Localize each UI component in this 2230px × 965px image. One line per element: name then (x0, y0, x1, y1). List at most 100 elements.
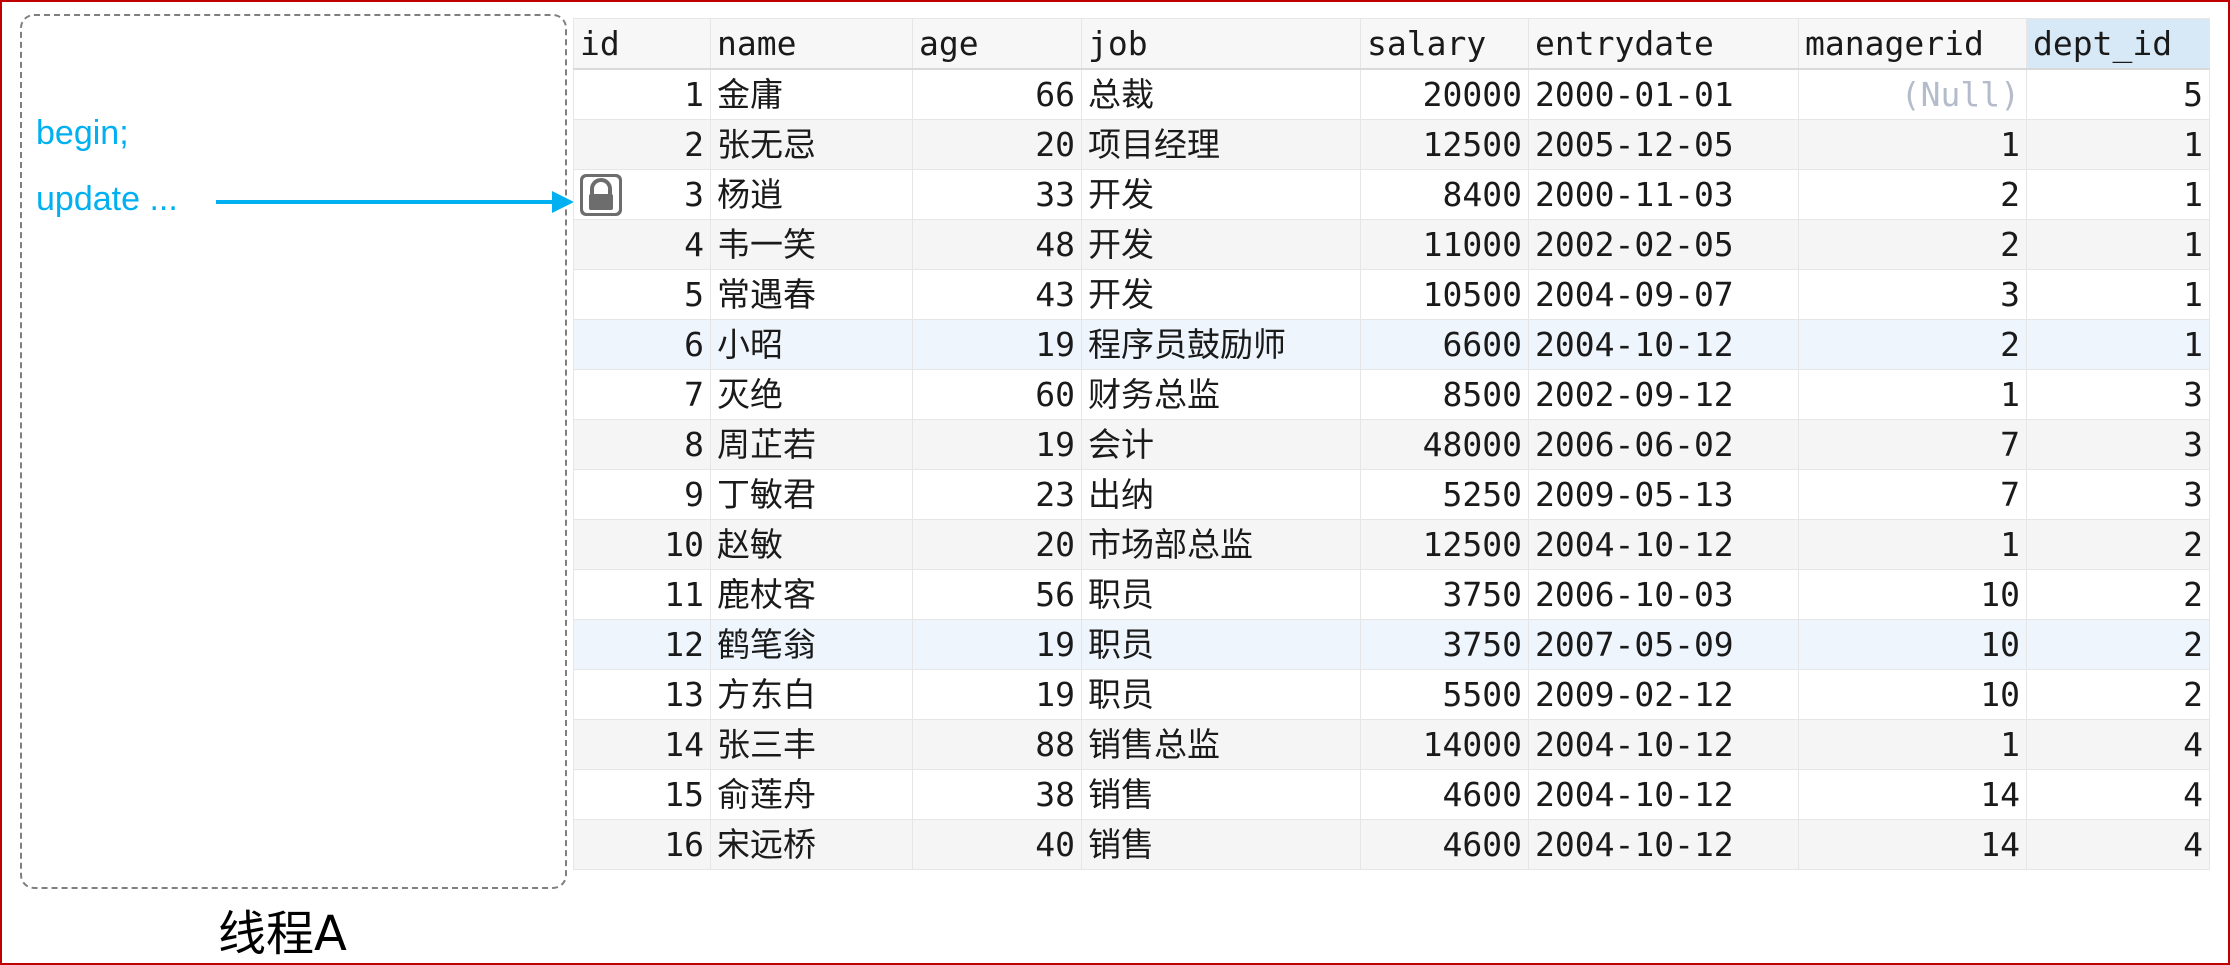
cell-name[interactable]: 常遇春 (710, 269, 913, 320)
cell-id[interactable]: 13 (573, 669, 711, 720)
cell-entrydate[interactable]: 2000-01-01 (1528, 68, 1799, 120)
cell-age[interactable]: 19 (912, 669, 1082, 720)
cell-id[interactable]: 4 (573, 219, 711, 270)
cell-entrydate[interactable]: 2004-10-12 (1528, 819, 1799, 870)
cell-name[interactable]: 灭绝 (710, 369, 913, 420)
cell-salary[interactable]: 4600 (1360, 819, 1529, 870)
cell-dept-id[interactable]: 2 (2026, 619, 2210, 670)
table-row[interactable]: 6 小昭 19 程序员鼓励师 6600 2004-10-12 2 1 (573, 319, 2210, 370)
cell-age[interactable]: 66 (912, 68, 1082, 120)
cell-managerid[interactable]: (Null) (1798, 68, 2027, 120)
cell-job[interactable]: 会计 (1081, 419, 1361, 470)
cell-managerid[interactable]: 10 (1798, 619, 2027, 670)
cell-dept-id[interactable]: 4 (2026, 819, 2210, 870)
cell-salary[interactable]: 6600 (1360, 319, 1529, 370)
cell-id[interactable]: 2 (573, 119, 711, 170)
cell-salary[interactable]: 14000 (1360, 719, 1529, 770)
cell-managerid[interactable]: 10 (1798, 569, 2027, 620)
column-header-name[interactable]: name (710, 18, 913, 70)
cell-salary[interactable]: 8500 (1360, 369, 1529, 420)
cell-entrydate[interactable]: 2007-05-09 (1528, 619, 1799, 670)
table-row[interactable]: 3 杨逍 33 开发 8400 2000-11-03 2 1 (573, 169, 2210, 220)
cell-age[interactable]: 19 (912, 319, 1082, 370)
cell-dept-id[interactable]: 4 (2026, 719, 2210, 770)
cell-entrydate[interactable]: 2002-02-05 (1528, 219, 1799, 270)
cell-managerid[interactable]: 1 (1798, 119, 2027, 170)
cell-id[interactable]: 7 (573, 369, 711, 420)
cell-name[interactable]: 张三丰 (710, 719, 913, 770)
cell-managerid[interactable]: 7 (1798, 469, 2027, 520)
cell-entrydate[interactable]: 2005-12-05 (1528, 119, 1799, 170)
cell-dept-id[interactable]: 1 (2026, 219, 2210, 270)
cell-salary[interactable]: 10500 (1360, 269, 1529, 320)
table-row[interactable]: 9 丁敏君 23 出纳 5250 2009-05-13 7 3 (573, 469, 2210, 520)
cell-job[interactable]: 职员 (1081, 569, 1361, 620)
table-row[interactable]: 8 周芷若 19 会计 48000 2006-06-02 7 3 (573, 419, 2210, 470)
cell-managerid[interactable]: 1 (1798, 519, 2027, 570)
cell-entrydate[interactable]: 2004-09-07 (1528, 269, 1799, 320)
cell-id[interactable]: 11 (573, 569, 711, 620)
cell-dept-id[interactable]: 3 (2026, 369, 2210, 420)
cell-dept-id[interactable]: 1 (2026, 319, 2210, 370)
cell-id[interactable]: 15 (573, 769, 711, 820)
cell-name[interactable]: 韦一笑 (710, 219, 913, 270)
table-row[interactable]: 15 俞莲舟 38 销售 4600 2004-10-12 14 4 (573, 769, 2210, 820)
cell-salary[interactable]: 20000 (1360, 68, 1529, 120)
cell-name[interactable]: 方东白 (710, 669, 913, 720)
cell-entrydate[interactable]: 2006-10-03 (1528, 569, 1799, 620)
cell-job[interactable]: 出纳 (1081, 469, 1361, 520)
cell-salary[interactable]: 8400 (1360, 169, 1529, 220)
cell-id[interactable]: 9 (573, 469, 711, 520)
cell-dept-id[interactable]: 1 (2026, 269, 2210, 320)
cell-age[interactable]: 20 (912, 519, 1082, 570)
column-header-salary[interactable]: salary (1360, 18, 1529, 70)
cell-age[interactable]: 19 (912, 419, 1082, 470)
cell-dept-id[interactable]: 1 (2026, 169, 2210, 220)
table-row[interactable]: 2 张无忌 20 项目经理 12500 2005-12-05 1 1 (573, 119, 2210, 170)
cell-id[interactable]: 1 (573, 68, 711, 120)
cell-salary[interactable]: 3750 (1360, 619, 1529, 670)
column-header-entrydate[interactable]: entrydate (1528, 18, 1799, 70)
cell-entrydate[interactable]: 2000-11-03 (1528, 169, 1799, 220)
table-row[interactable]: 16 宋远桥 40 销售 4600 2004-10-12 14 4 (573, 819, 2210, 870)
table-row[interactable]: 7 灭绝 60 财务总监 8500 2002-09-12 1 3 (573, 369, 2210, 420)
cell-id[interactable]: 12 (573, 619, 711, 670)
cell-name[interactable]: 张无忌 (710, 119, 913, 170)
cell-age[interactable]: 23 (912, 469, 1082, 520)
table-row[interactable]: 13 方东白 19 职员 5500 2009-02-12 10 2 (573, 669, 2210, 720)
table-row[interactable]: 12 鹤笔翁 19 职员 3750 2007-05-09 10 2 (573, 619, 2210, 670)
cell-entrydate[interactable]: 2004-10-12 (1528, 519, 1799, 570)
cell-job[interactable]: 程序员鼓励师 (1081, 319, 1361, 370)
cell-salary[interactable]: 48000 (1360, 419, 1529, 470)
cell-job[interactable]: 职员 (1081, 669, 1361, 720)
cell-age[interactable]: 60 (912, 369, 1082, 420)
cell-age[interactable]: 38 (912, 769, 1082, 820)
table-row[interactable]: 10 赵敏 20 市场部总监 12500 2004-10-12 1 2 (573, 519, 2210, 570)
cell-salary[interactable]: 5250 (1360, 469, 1529, 520)
cell-entrydate[interactable]: 2004-10-12 (1528, 719, 1799, 770)
column-header-dept-id[interactable]: dept_id (2026, 18, 2210, 70)
cell-managerid[interactable]: 10 (1798, 669, 2027, 720)
cell-name[interactable]: 金庸 (710, 68, 913, 120)
cell-entrydate[interactable]: 2004-10-12 (1528, 769, 1799, 820)
cell-name[interactable]: 鹿杖客 (710, 569, 913, 620)
cell-dept-id[interactable]: 3 (2026, 419, 2210, 470)
cell-managerid[interactable]: 3 (1798, 269, 2027, 320)
cell-age[interactable]: 48 (912, 219, 1082, 270)
cell-name[interactable]: 杨逍 (710, 169, 913, 220)
cell-id[interactable]: 10 (573, 519, 711, 570)
cell-managerid[interactable]: 14 (1798, 819, 2027, 870)
cell-entrydate[interactable]: 2009-05-13 (1528, 469, 1799, 520)
table-row[interactable]: 5 常遇春 43 开发 10500 2004-09-07 3 1 (573, 269, 2210, 320)
cell-salary[interactable]: 11000 (1360, 219, 1529, 270)
cell-job[interactable]: 销售 (1081, 769, 1361, 820)
cell-salary[interactable]: 4600 (1360, 769, 1529, 820)
cell-job[interactable]: 市场部总监 (1081, 519, 1361, 570)
cell-id[interactable]: 14 (573, 719, 711, 770)
column-header-job[interactable]: job (1081, 18, 1361, 70)
cell-name[interactable]: 鹤笔翁 (710, 619, 913, 670)
cell-name[interactable]: 宋远桥 (710, 819, 913, 870)
cell-dept-id[interactable]: 1 (2026, 119, 2210, 170)
table-row[interactable]: 14 张三丰 88 销售总监 14000 2004-10-12 1 4 (573, 719, 2210, 770)
table-row[interactable]: 1 金庸 66 总裁 20000 2000-01-01 (Null) 5 (573, 68, 2210, 120)
